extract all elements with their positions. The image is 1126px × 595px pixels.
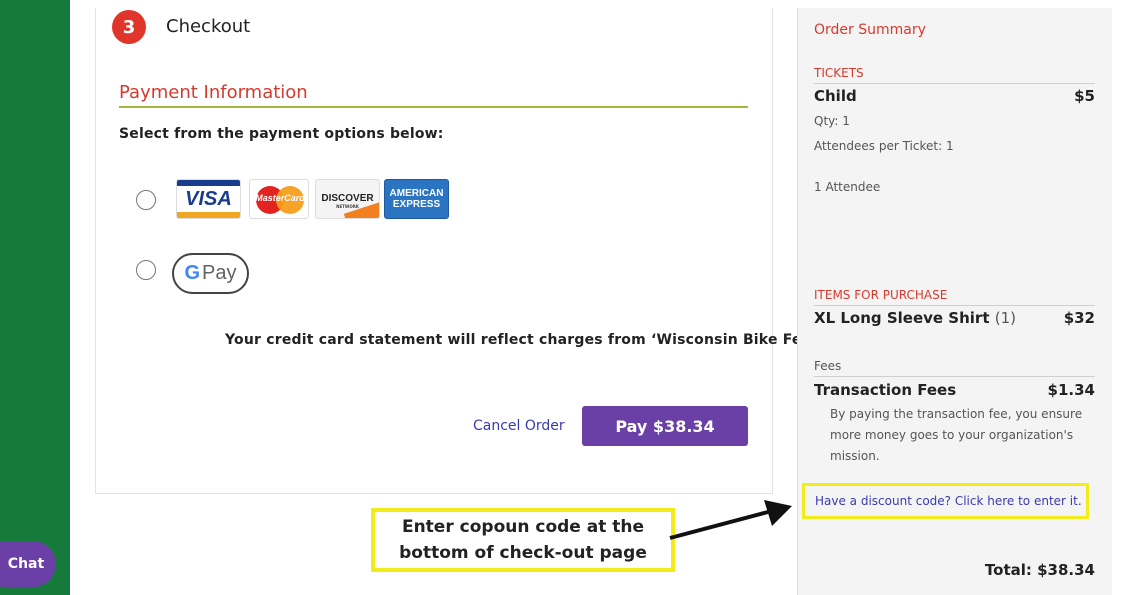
item-price: $32 (1063, 309, 1095, 327)
visa-logo: VISA (176, 179, 241, 219)
items-divider (814, 305, 1095, 306)
payment-heading: Payment Information (119, 82, 308, 103)
discount-highlight: Have a discount code? Click here to ente… (802, 483, 1089, 519)
order-summary-title: Order Summary (814, 22, 926, 38)
step-number-badge: 3 (112, 10, 146, 44)
order-total: Total: $38.34 (984, 561, 1095, 579)
google-pay-logo: G Pay (172, 253, 249, 294)
card-payment-radio[interactable] (136, 190, 156, 210)
fee-name: Transaction Fees (814, 381, 957, 399)
google-pay-radio[interactable] (136, 260, 156, 280)
fee-note: By paying the transaction fee, you ensur… (830, 407, 1083, 463)
google-g-icon: G (184, 262, 201, 284)
statement-notice: Your credit card statement will reflect … (225, 332, 818, 348)
american-express-logo: AMERICAN EXPRESS (384, 179, 449, 219)
heading-divider (119, 106, 748, 108)
fee-price: $1.34 (1047, 381, 1095, 399)
ticket-price: $5 (1074, 87, 1095, 105)
fees-divider (814, 376, 1095, 377)
side-color-bar (0, 0, 70, 595)
attendee-count: 1 Attendee (814, 180, 881, 194)
ticket-name: Child (814, 87, 857, 105)
cancel-order-link[interactable]: Cancel Order (473, 418, 565, 434)
fees-section-label: Fees (814, 359, 842, 373)
payment-instruction: Select from the payment options below: (119, 126, 444, 142)
pay-button[interactable]: Pay $38.34 (582, 406, 748, 446)
item-name: XL Long Sleeve Shirt (1) (814, 309, 1016, 327)
annotation-callout: Enter copoun code at the bottom of check… (371, 508, 675, 572)
discover-logo: DISCOVER NETWORK (315, 179, 380, 219)
checkout-page: Chat 3 Checkout Payment Information Sele… (0, 0, 1126, 595)
tickets-divider (814, 83, 1095, 84)
chat-button[interactable]: Chat (0, 541, 56, 587)
attendees-per-ticket: Attendees per Ticket: 1 (814, 139, 954, 153)
step-title: Checkout (166, 16, 251, 37)
discount-code-link[interactable]: Have a discount code? Click here to ente… (815, 494, 1082, 508)
items-section-label: ITEMS FOR PURCHASE (814, 288, 948, 302)
mastercard-logo: MasterCard (249, 179, 309, 219)
tickets-section-label: TICKETS (814, 66, 864, 80)
arrow-icon (669, 500, 792, 540)
ticket-qty: Qty: 1 (814, 114, 850, 128)
